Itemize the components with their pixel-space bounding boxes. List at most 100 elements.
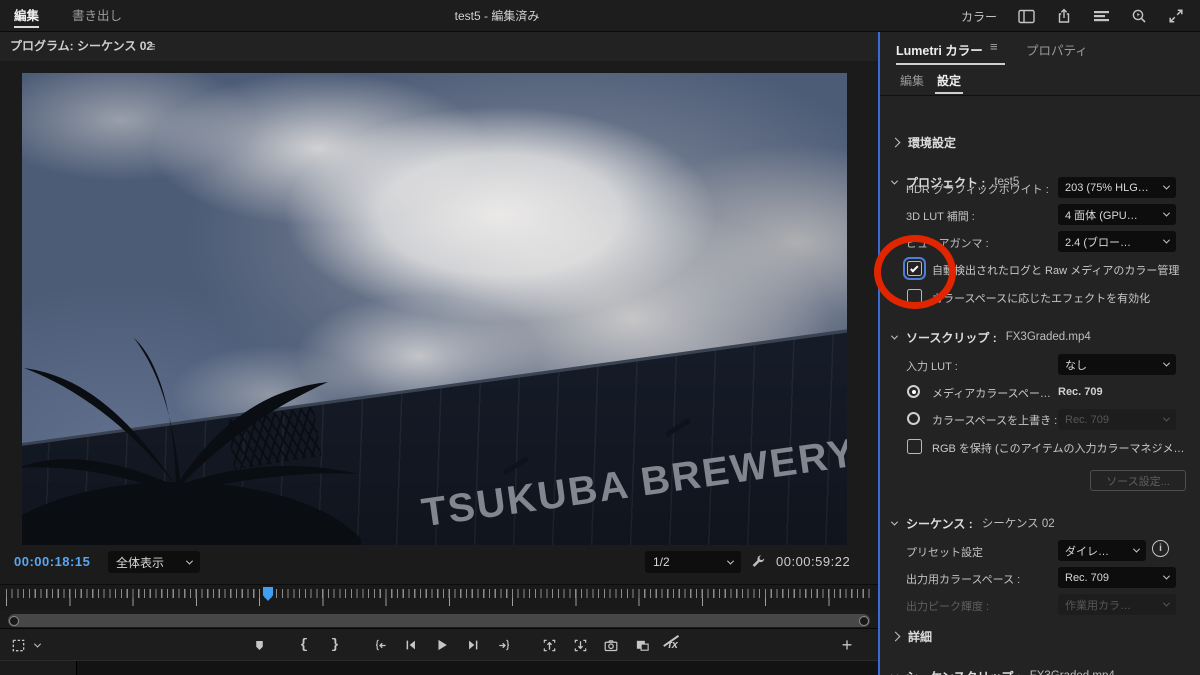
mark-out-button[interactable]: } [326, 634, 344, 656]
row-viewer-gamma: ビューアガンマ : 2.4 (ブロー… [880, 231, 1200, 253]
row-auto-detect-log-raw: 自動検出されたログと Raw メディアのカラー管理 [880, 257, 1200, 281]
input-lut-value: なし [1065, 359, 1087, 372]
panel-menu-icon[interactable]: ≡ [148, 32, 156, 61]
fullscreen-icon[interactable] [1168, 8, 1184, 24]
zoom-level-dropdown[interactable]: 全体表示 [108, 551, 200, 573]
row-colorspace-aware-effects: カラースペースに応じたエフェクトを有効化 [880, 287, 1200, 309]
step-back-button[interactable] [402, 634, 420, 656]
section-source-clip[interactable]: ソースクリップ : FX3Graded.mp4 [890, 327, 1091, 347]
preset-value: ダイレ… [1065, 545, 1109, 558]
go-to-in-button[interactable] [371, 634, 389, 656]
hdr-white-label: HDR グラフィックホワイト : [906, 184, 1049, 196]
lut-interpolation-value: 4 面体 (GPU… [1065, 209, 1138, 222]
mark-in-button[interactable]: { [295, 634, 313, 656]
lut-interpolation-dropdown[interactable]: 4 面体 (GPU… [1058, 204, 1176, 225]
quick-export-menu-icon[interactable] [1093, 9, 1110, 23]
workspace-label[interactable]: カラー [961, 8, 997, 25]
subtab-settings[interactable]: 設定 [934, 72, 964, 94]
program-header: プログラム: シーケンス 02 ≡ [0, 32, 878, 61]
override-colorspace-dropdown: Rec. 709 [1058, 409, 1176, 430]
panel-menu-icon[interactable]: ≡ [990, 39, 998, 54]
preserve-rgb-label: RGB を保持 (このアイテムの入力カラーマネジメ… [932, 443, 1185, 455]
media-colorspace-radio[interactable] [907, 385, 920, 398]
step-forward-button[interactable] [464, 634, 482, 656]
viewer-gamma-dropdown[interactable]: 2.4 (ブロー… [1058, 231, 1176, 252]
panel-tabs: Lumetri カラー ≡ プロパティ [880, 32, 1200, 65]
preset-dropdown[interactable]: ダイレ… [1058, 540, 1146, 561]
lumetri-color-panel: Lumetri カラー ≡ プロパティ 編集 設定 環境設定 プロジェクト : … [878, 32, 1200, 675]
scrollbar-right-handle[interactable] [859, 616, 869, 626]
button-editor-plus[interactable]: + [838, 634, 856, 656]
output-peak-label: 出力ピーク輝度 : [906, 601, 990, 613]
colorspace-effects-checkbox[interactable] [907, 289, 922, 304]
playback-resolution-dropdown[interactable]: 1/2 [645, 551, 741, 573]
chevron-down-icon [1132, 545, 1141, 553]
go-to-out-button[interactable] [495, 634, 513, 656]
section-preferences[interactable]: 環境設定 [890, 132, 957, 152]
subtab-edit[interactable]: 編集 [900, 72, 924, 89]
global-fx-mute-icon[interactable]: fx [664, 634, 682, 656]
bottom-strip [0, 660, 878, 675]
ruler-minor-ticks [6, 589, 872, 598]
media-colorspace-value: Rec. 709 [1058, 386, 1103, 398]
share-export-icon[interactable] [1056, 8, 1072, 24]
scrollbar-left-handle[interactable] [9, 616, 19, 626]
timeline-ruler[interactable] [0, 584, 878, 610]
top-bar: 編集 書き出し test5 - 編集済み カラー [0, 0, 1200, 32]
row-preserve-rgb: RGB を保持 (このアイテムの入力カラーマネジメ… [880, 437, 1200, 459]
viewer-gamma-label: ビューアガンマ : [906, 238, 989, 250]
chevron-down-icon [185, 557, 194, 565]
monitor-controls: 00:00:18:15 全体表示 1/2 00:00:59:22 [0, 548, 878, 578]
chevron-down-icon [890, 671, 899, 675]
section-source-value: FX3Graded.mp4 [1005, 331, 1091, 343]
viewer-gamma-value: 2.4 (ブロー… [1065, 236, 1132, 249]
workspaces-icon[interactable] [1018, 9, 1035, 24]
chevron-down-icon[interactable] [33, 640, 42, 648]
row-override-colorspace: カラースペースを上書き : Rec. 709 [880, 409, 1200, 431]
lift-button[interactable] [540, 634, 558, 656]
add-marker-button[interactable] [250, 634, 268, 656]
auto-detect-checkbox[interactable] [903, 257, 926, 280]
tab-lumetri-color[interactable]: Lumetri カラー [896, 40, 1005, 65]
export-frame-camera-icon[interactable] [602, 634, 620, 656]
sequence-duration: 00:00:59:22 [776, 554, 851, 569]
chevron-down-icon [1162, 209, 1171, 217]
project-title: test5 - 編集済み [454, 9, 540, 23]
row-output-colorspace: 出力用カラースペース : Rec. 709 [880, 567, 1200, 589]
current-timecode[interactable]: 00:00:18:15 [14, 554, 90, 569]
divider [880, 95, 1200, 96]
hdr-white-value: 203 (75% HLG… [1065, 181, 1149, 194]
section-sequence-clip-clipped[interactable]: シーケンスクリップ : FX3Graded.mp4 [890, 666, 1115, 675]
play-button[interactable] [433, 634, 451, 656]
section-preferences-label: 環境設定 [908, 135, 957, 150]
scrollbar-track[interactable] [8, 614, 870, 627]
chevron-down-icon [726, 557, 735, 565]
search-icon[interactable] [1131, 8, 1147, 24]
transport-bar: { } fx + [0, 628, 878, 660]
tab-export[interactable]: 書き出し [72, 0, 122, 32]
tab-properties[interactable]: プロパティ [1026, 40, 1088, 59]
comparison-view-icon[interactable] [633, 634, 651, 656]
chevron-right-icon [890, 137, 901, 147]
preserve-rgb-checkbox[interactable] [907, 439, 922, 454]
tab-edit[interactable]: 編集 [14, 0, 40, 32]
bottom-strip-segment [0, 661, 77, 675]
section-sequence[interactable]: シーケンス : シーケンス 02 [890, 513, 1055, 533]
extract-button[interactable] [571, 634, 589, 656]
video-preview[interactable]: TSUKUBA BREWERY [22, 73, 847, 545]
settings-wrench-icon[interactable] [750, 553, 767, 570]
override-colorspace-radio[interactable] [907, 412, 920, 425]
source-settings-button[interactable]: ソース設定... [1090, 470, 1186, 491]
hdr-white-dropdown[interactable]: 203 (75% HLG… [1058, 177, 1176, 198]
output-colorspace-dropdown[interactable]: Rec. 709 [1058, 567, 1176, 588]
info-icon[interactable]: i [1152, 540, 1169, 557]
section-details[interactable]: 詳細 [890, 626, 933, 646]
premiere-app: 編集 書き出し test5 - 編集済み カラー プログラム: シーケンス 02 [0, 0, 1200, 675]
input-lut-dropdown[interactable]: なし [1058, 354, 1176, 375]
dashed-square-icon[interactable] [9, 634, 27, 656]
lut-interpolation-label: 3D LUT 補間 : [906, 211, 975, 223]
media-colorspace-label: メディアカラースペー… [932, 388, 1051, 400]
section-details-label: 詳細 [908, 629, 933, 644]
output-peak-value: 作業用カラ… [1065, 599, 1131, 612]
chevron-down-icon [1162, 182, 1171, 190]
